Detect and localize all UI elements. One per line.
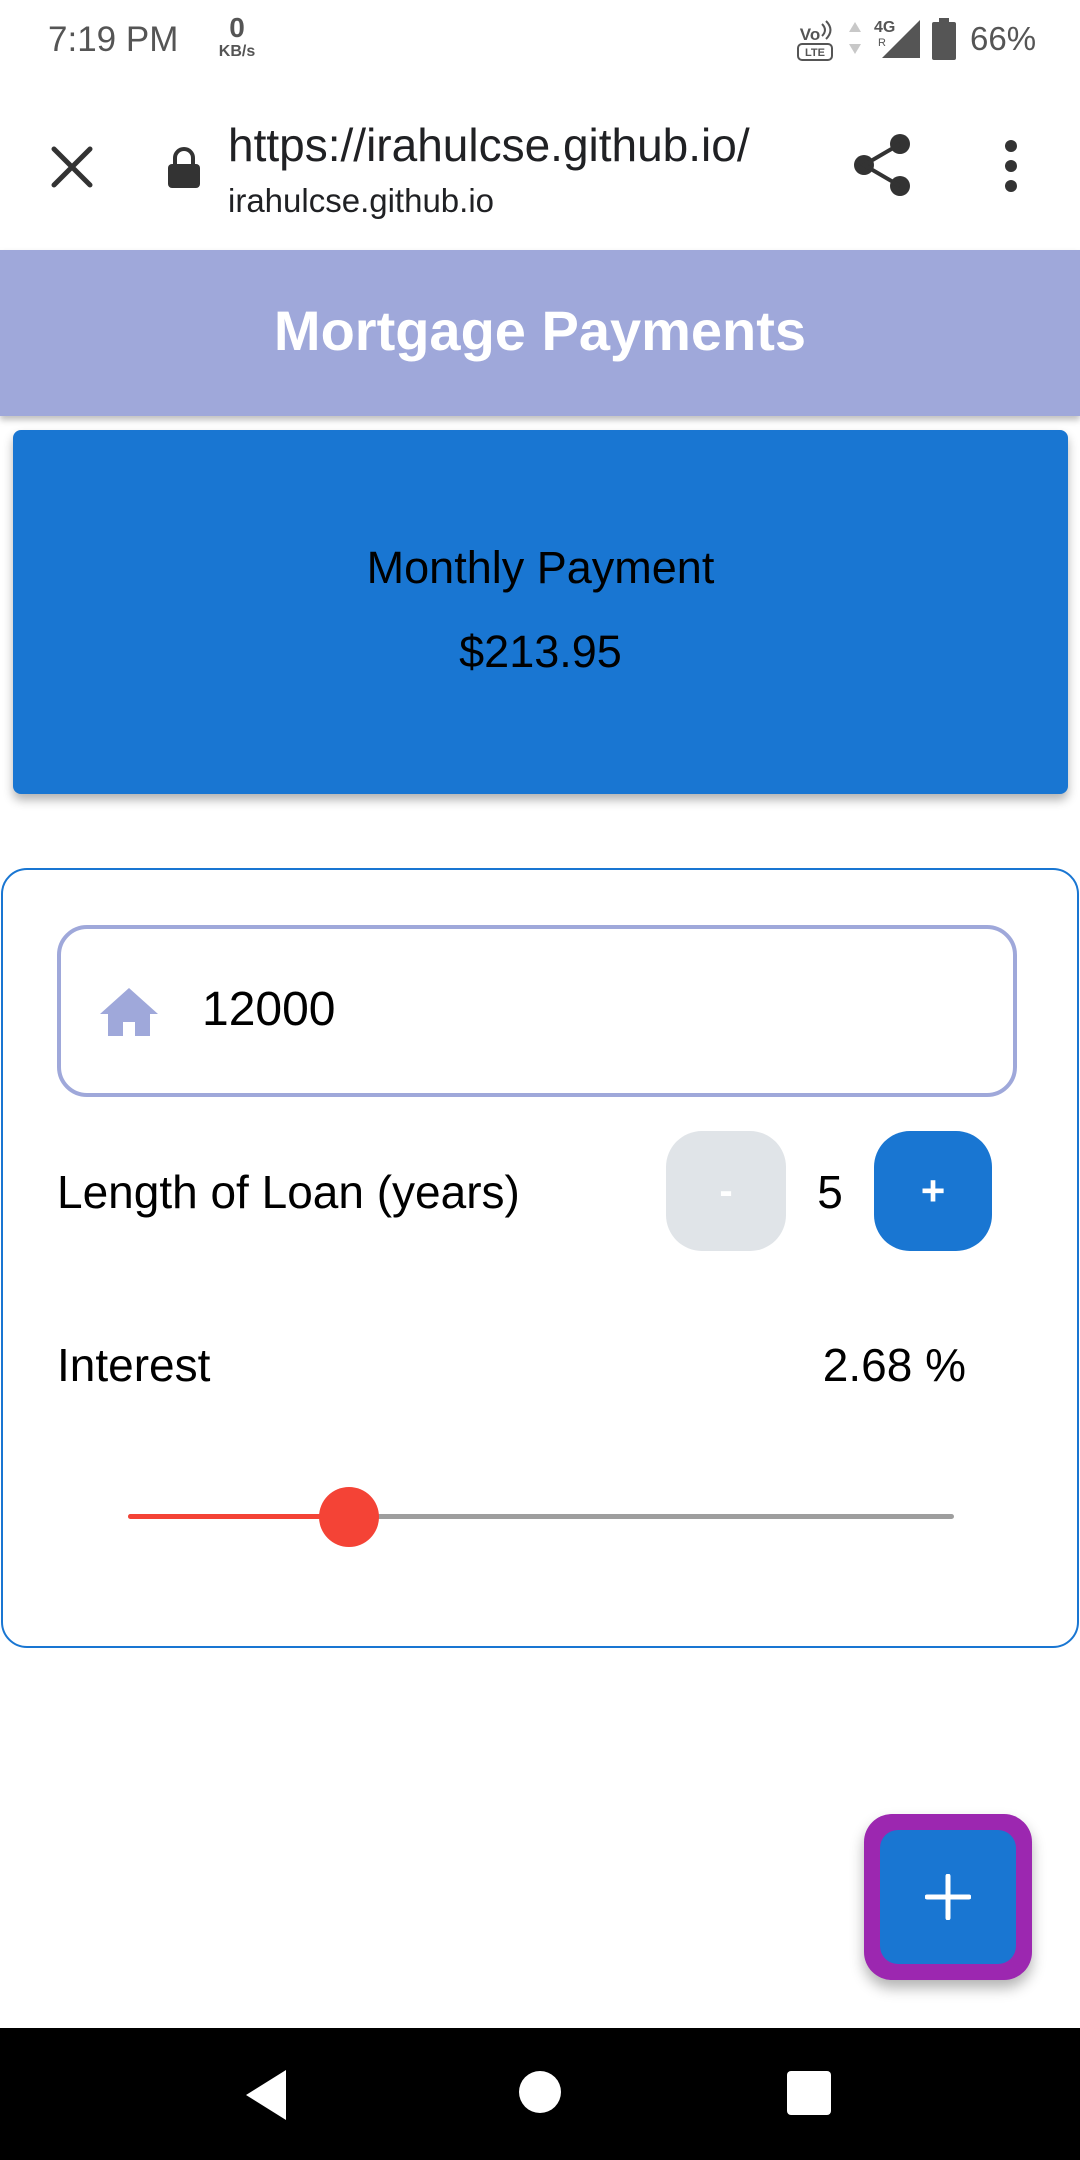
interest-value: 2.68 % xyxy=(822,1339,966,1391)
signal-icon: 4G R xyxy=(874,19,920,58)
loan-years-value: 5 xyxy=(817,1166,843,1218)
add-fab-button[interactable] xyxy=(880,1830,1016,1964)
increase-years-button[interactable]: + xyxy=(874,1131,992,1251)
interest-slider-fill xyxy=(128,1514,350,1519)
monthly-payment-card xyxy=(13,430,1068,794)
page-title: Mortgage Payments xyxy=(273,299,807,362)
plus-icon xyxy=(925,1874,971,1920)
volte-icon: LTE Vo xyxy=(797,20,833,61)
svg-text:LTE: LTE xyxy=(805,47,825,59)
home-nav-icon[interactable] xyxy=(518,2070,562,2114)
svg-text:Vo: Vo xyxy=(800,25,820,44)
recents-icon[interactable] xyxy=(786,2070,832,2116)
network-speed-value: 0 xyxy=(229,12,245,43)
interest-slider-thumb[interactable] xyxy=(319,1487,380,1547)
url-text[interactable]: https://irahulcse.github.io/ xyxy=(228,118,788,172)
monthly-payment-label: Monthly Payment xyxy=(366,542,715,593)
network-speed-unit: KB/s xyxy=(218,43,256,60)
principal-value[interactable]: 12000 xyxy=(202,982,335,1037)
data-arrows-icon xyxy=(849,22,861,54)
more-vert-icon[interactable] xyxy=(998,138,1024,194)
lock-icon xyxy=(168,147,200,188)
principal-input[interactable] xyxy=(57,925,1017,1097)
battery-percent: 66% xyxy=(970,20,1037,57)
svg-text:R: R xyxy=(878,37,886,49)
back-icon[interactable] xyxy=(242,2068,290,2122)
interest-label: Interest xyxy=(57,1339,211,1391)
loan-length-label: Length of Loan (years) xyxy=(57,1166,520,1218)
close-icon[interactable] xyxy=(48,143,96,191)
share-icon[interactable] xyxy=(852,132,914,198)
battery-icon xyxy=(932,18,956,60)
monthly-payment-value: $213.95 xyxy=(459,626,622,677)
network-speed: 0 KB/s xyxy=(212,14,262,60)
decrease-years-button[interactable]: - xyxy=(666,1131,786,1251)
url-domain: irahulcse.github.io xyxy=(228,182,494,219)
home-icon xyxy=(100,988,158,1036)
status-time: 7:19 PM xyxy=(48,20,179,59)
network-type: 4G xyxy=(874,19,895,36)
